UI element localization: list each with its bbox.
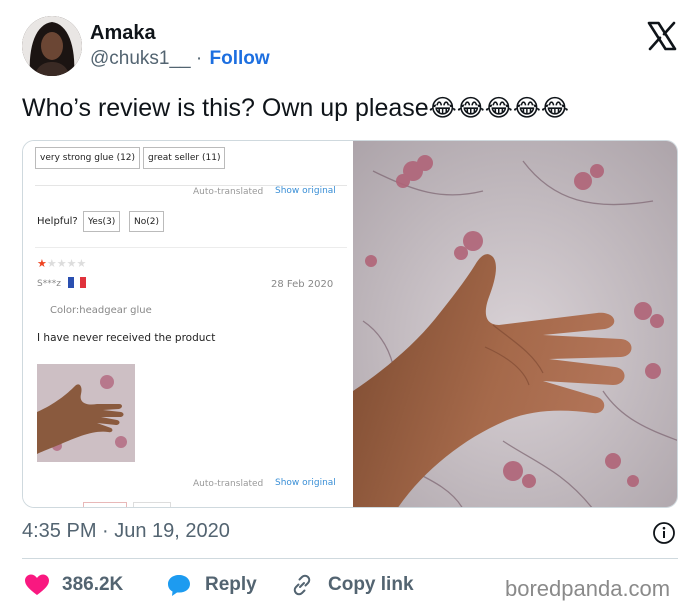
auto-translated-label: Auto-translated (193, 187, 264, 197)
laughing-emoji-icon: 😂 (512, 95, 541, 122)
auto-translated-label: Auto-translated (193, 479, 264, 489)
hand-photo (353, 141, 677, 507)
laughing-emoji-icon: 😂 (484, 95, 513, 122)
review-tag-2: great seller (11) (143, 147, 226, 169)
review-color-option: Color:headgear glue (50, 305, 152, 316)
cropped-button (83, 502, 127, 507)
review-screenshot: very strong glue (12) great seller (11) … (23, 141, 353, 507)
link-icon (293, 574, 311, 596)
copy-link-label: Copy link (328, 574, 414, 595)
divider (22, 558, 678, 559)
star-empty-icon: ★ (76, 257, 87, 270)
review-date: 28 Feb 2020 (271, 279, 334, 290)
star-rating: ★★★★★ (37, 257, 86, 270)
divider (35, 247, 347, 248)
heart-icon (25, 574, 49, 595)
laughing-emoji-row: 😂😂😂😂😂 (429, 94, 569, 122)
like-button[interactable]: 386.2K (24, 572, 144, 598)
review-photo-thumbnail (37, 364, 135, 462)
star-empty-icon: ★ (46, 257, 57, 270)
tweet-timestamp[interactable]: 4:35 PM · Jun 19, 2020 (22, 520, 230, 543)
reviewer-row: S***z (37, 277, 86, 289)
star-empty-icon: ★ (56, 257, 67, 270)
laughing-emoji-icon: 😂 (428, 95, 457, 122)
watermark: boredpanda.com (505, 576, 671, 601)
tweet-media[interactable]: very strong glue (12) great seller (11) … (22, 140, 678, 508)
reply-button[interactable]: Reply (166, 572, 276, 598)
review-tag-1: very strong glue (12) (35, 147, 141, 169)
helpful-label: Helpful? (37, 216, 78, 227)
author-handle-row: @chuks1__ · Follow (90, 48, 270, 70)
helpful-yes-button: Yes(3) (83, 211, 121, 232)
info-icon[interactable] (652, 521, 676, 545)
show-original-link: Show original (275, 478, 336, 488)
tweet-text: Who’s review is this? Own up please😂😂😂😂😂 (22, 94, 569, 123)
star-filled-icon: ★ (37, 257, 47, 270)
laughing-emoji-icon: 😂 (456, 95, 485, 122)
show-original-link: Show original (275, 186, 336, 196)
reply-bubble-icon (168, 575, 190, 596)
review-text: I have never received the product (37, 332, 216, 344)
x-logo-icon[interactable] (646, 20, 678, 52)
tweet-text-body: Who’s review is this? Own up please (22, 94, 429, 122)
reply-label: Reply (205, 574, 257, 595)
avatar[interactable] (22, 16, 82, 76)
laughing-emoji-icon: 😂 (540, 95, 569, 122)
separator-dot: · (195, 48, 203, 69)
star-empty-icon: ★ (66, 257, 77, 270)
author-name[interactable]: Amaka (90, 22, 156, 45)
copy-link-button[interactable]: Copy link (290, 572, 430, 598)
france-flag-icon (67, 277, 86, 288)
follow-button[interactable]: Follow (210, 48, 270, 69)
helpful-no-button: No(2) (129, 211, 164, 232)
author-handle[interactable]: @chuks1__ (90, 48, 191, 69)
cropped-button (133, 502, 171, 507)
reviewer-name: S***z (37, 279, 61, 289)
like-count: 386.2K (62, 574, 124, 595)
